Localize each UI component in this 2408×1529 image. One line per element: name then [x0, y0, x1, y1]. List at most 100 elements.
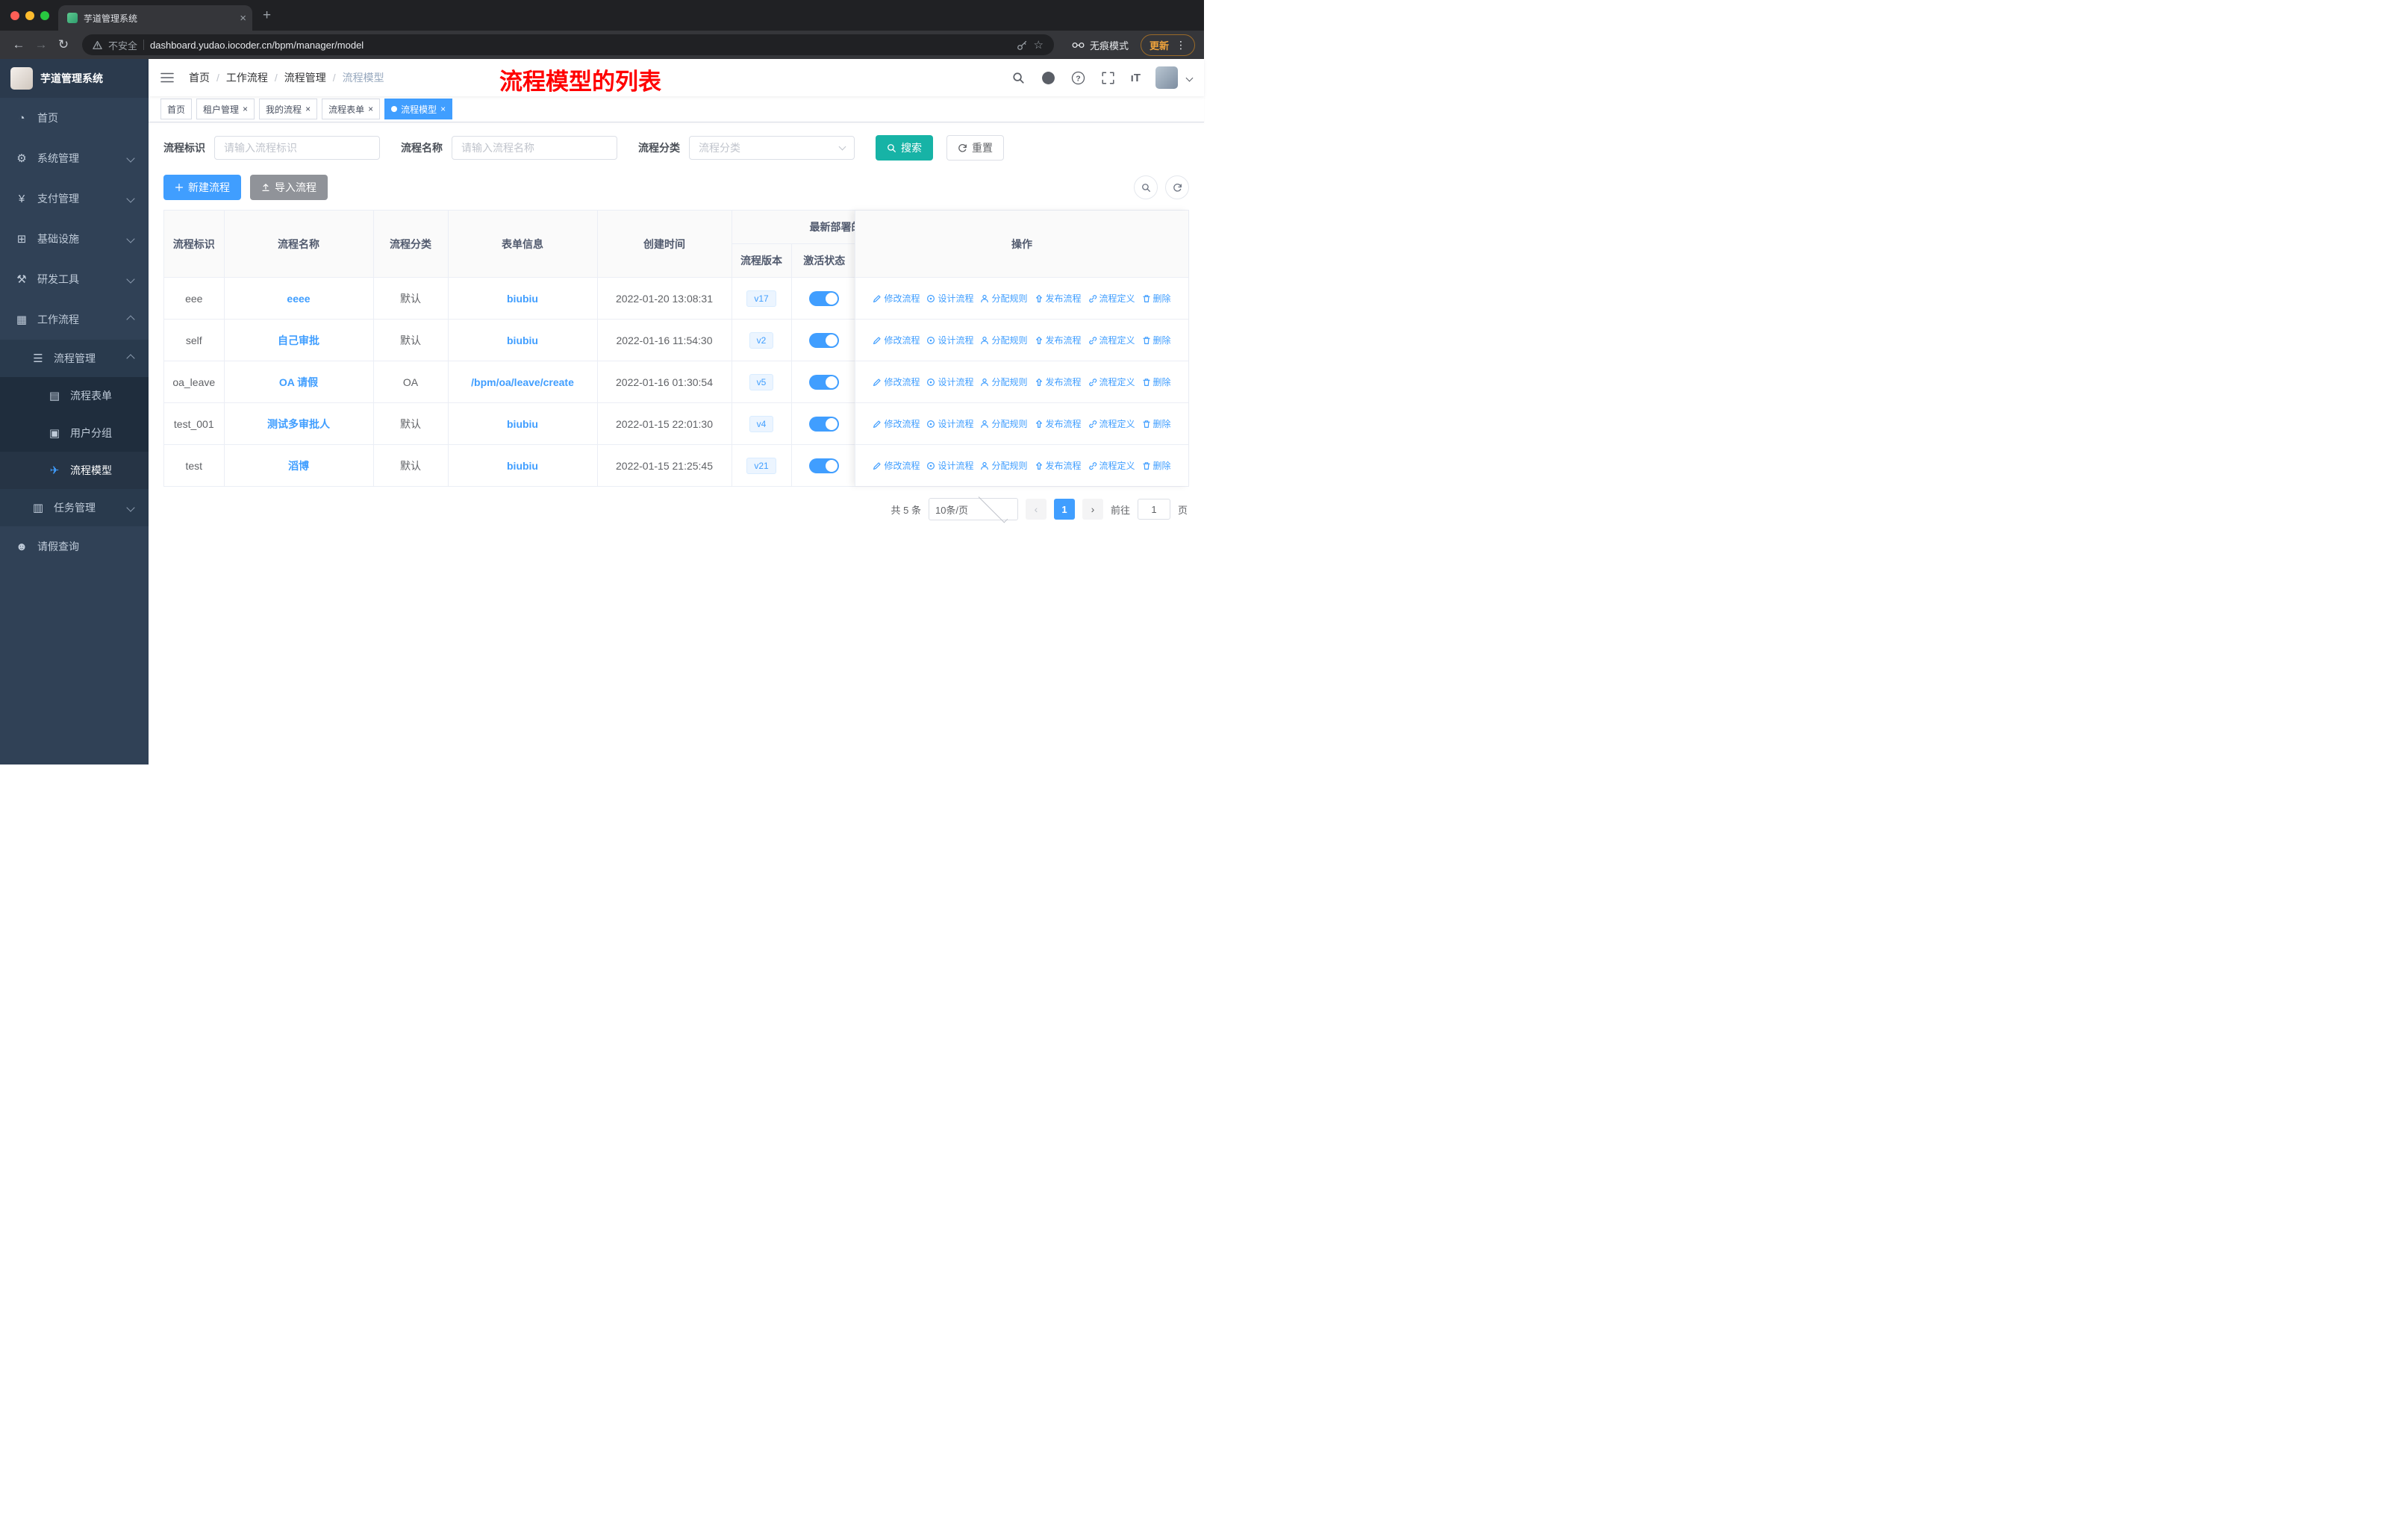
close-tab-icon[interactable]: ×	[240, 13, 246, 24]
tag-tenant[interactable]: 租户管理 ×	[196, 99, 255, 119]
search-button[interactable]: 搜索	[876, 135, 933, 161]
font-size-icon[interactable]: ıT	[1131, 72, 1141, 84]
sidebar-item-user-group[interactable]: ▣ 用户分组	[0, 414, 149, 452]
assign-rule-link[interactable]: 分配规则	[980, 334, 1028, 346]
tag-process-model[interactable]: 流程模型 ×	[384, 99, 453, 119]
process-name-link[interactable]: 自己审批	[278, 334, 319, 346]
version-tag[interactable]: v5	[749, 373, 774, 390]
sidebar-item-infrastructure[interactable]: ⊞ 基础设施	[0, 219, 149, 259]
process-name-link[interactable]: OA 请假	[279, 376, 318, 388]
process-name-link[interactable]: 测试多审批人	[267, 418, 330, 430]
address-bar[interactable]: 不安全 dashboard.yudao.iocoder.cn/bpm/manag…	[82, 34, 1054, 55]
process-definition-link[interactable]: 流程定义	[1088, 334, 1135, 346]
assign-rule-link[interactable]: 分配规则	[980, 376, 1028, 388]
status-toggle[interactable]	[809, 290, 839, 306]
process-name-input[interactable]	[452, 136, 617, 160]
publish-process-link[interactable]: 发布流程	[1035, 334, 1082, 346]
current-page-button[interactable]: 1	[1053, 499, 1075, 520]
sidebar-item-process-form[interactable]: ▤ 流程表单	[0, 377, 149, 414]
form-info-link[interactable]: biubiu	[507, 334, 538, 346]
form-info-link[interactable]: biubiu	[507, 460, 538, 472]
sidebar-item-process-management[interactable]: ☰ 流程管理	[0, 340, 149, 377]
publish-process-link[interactable]: 发布流程	[1035, 376, 1082, 388]
search-icon[interactable]	[1011, 70, 1026, 85]
delete-process-link[interactable]: 删除	[1142, 334, 1171, 346]
prev-page-button[interactable]: ‹	[1025, 499, 1047, 520]
avatar[interactable]	[1155, 66, 1178, 89]
import-process-button[interactable]: 导入流程	[250, 175, 328, 200]
process-definition-link[interactable]: 流程定义	[1088, 459, 1135, 472]
back-button[interactable]: ←	[9, 35, 28, 55]
process-name-link[interactable]: eeee	[287, 293, 310, 305]
sidebar-item-leave-query[interactable]: ☻ 请假查询	[0, 526, 149, 567]
status-toggle[interactable]	[809, 458, 839, 473]
edit-process-link[interactable]: 修改流程	[873, 334, 920, 346]
sidebar-item-workflow[interactable]: ▦ 工作流程	[0, 299, 149, 340]
sidebar-item-payment[interactable]: ¥ 支付管理	[0, 178, 149, 219]
page-size-select[interactable]: 10条/页	[928, 493, 1018, 523]
publish-process-link[interactable]: 发布流程	[1035, 417, 1082, 430]
browser-menu-icon[interactable]: ⋮	[1176, 39, 1186, 52]
close-tag-icon[interactable]: ×	[368, 104, 373, 114]
design-process-link[interactable]: 设计流程	[926, 292, 973, 305]
breadcrumb-process-management[interactable]: 流程管理	[275, 70, 326, 85]
forward-button[interactable]: →	[31, 35, 51, 55]
sidebar-logo[interactable]: 芋道管理系统	[0, 59, 149, 98]
sidebar-item-devtools[interactable]: ⚒ 研发工具	[0, 259, 149, 299]
close-tag-icon[interactable]: ×	[305, 104, 311, 114]
process-definition-link[interactable]: 流程定义	[1088, 417, 1135, 430]
assign-rule-link[interactable]: 分配规则	[980, 417, 1028, 430]
sidebar-item-process-model[interactable]: ✈ 流程模型	[0, 452, 149, 489]
process-definition-link[interactable]: 流程定义	[1088, 292, 1135, 305]
breadcrumb-workflow[interactable]: 工作流程	[216, 70, 268, 85]
refresh-table-icon[interactable]	[1165, 175, 1189, 199]
publish-process-link[interactable]: 发布流程	[1035, 459, 1082, 472]
fullscreen-icon[interactable]	[1101, 70, 1116, 85]
delete-process-link[interactable]: 删除	[1142, 459, 1171, 472]
tag-home[interactable]: 首页	[160, 99, 193, 119]
design-process-link[interactable]: 设计流程	[926, 417, 973, 430]
help-icon[interactable]	[1071, 70, 1086, 85]
delete-process-link[interactable]: 删除	[1142, 417, 1171, 430]
publish-process-link[interactable]: 发布流程	[1035, 292, 1082, 305]
edit-process-link[interactable]: 修改流程	[873, 376, 920, 388]
create-process-button[interactable]: 新建流程	[163, 175, 241, 200]
process-definition-link[interactable]: 流程定义	[1088, 376, 1135, 388]
design-process-link[interactable]: 设计流程	[926, 459, 973, 472]
maximize-window-button[interactable]	[40, 10, 49, 20]
tag-process-form[interactable]: 流程表单 ×	[322, 99, 381, 119]
close-tag-icon[interactable]: ×	[440, 104, 446, 114]
form-info-link[interactable]: biubiu	[507, 293, 538, 305]
update-chip[interactable]: 更新 ⋮	[1140, 34, 1195, 56]
close-window-button[interactable]	[10, 10, 19, 20]
version-tag[interactable]: v17	[746, 290, 776, 307]
sidebar-item-task-management[interactable]: ▥ 任务管理	[0, 489, 149, 526]
assign-rule-link[interactable]: 分配规则	[980, 292, 1028, 305]
version-tag[interactable]: v4	[749, 415, 774, 432]
form-info-link[interactable]: /bpm/oa/leave/create	[471, 376, 574, 388]
delete-process-link[interactable]: 删除	[1142, 292, 1171, 305]
tag-my-process[interactable]: 我的流程 ×	[259, 99, 318, 119]
sidebar-toggle-icon[interactable]	[160, 69, 177, 86]
status-toggle[interactable]	[809, 374, 839, 390]
delete-process-link[interactable]: 删除	[1142, 376, 1171, 388]
search-toggle-icon[interactable]	[1134, 175, 1158, 199]
process-name-link[interactable]: 滔博	[288, 460, 309, 472]
edit-process-link[interactable]: 修改流程	[873, 459, 920, 472]
design-process-link[interactable]: 设计流程	[926, 334, 973, 346]
github-icon[interactable]	[1041, 70, 1056, 85]
new-tab-button[interactable]: +	[263, 7, 271, 24]
goto-page-input[interactable]	[1137, 499, 1170, 520]
minimize-window-button[interactable]	[25, 10, 34, 20]
process-id-input[interactable]	[214, 136, 380, 160]
update-label[interactable]: 更新	[1150, 38, 1169, 52]
reset-button[interactable]: 重置	[946, 135, 1004, 161]
sidebar-item-system[interactable]: ⚙ 系统管理	[0, 138, 149, 178]
password-key-icon[interactable]	[1017, 40, 1028, 51]
close-tag-icon[interactable]: ×	[243, 104, 248, 114]
sidebar-item-home[interactable]: ◔ 首页	[0, 98, 149, 138]
version-tag[interactable]: v21	[746, 457, 776, 474]
form-info-link[interactable]: biubiu	[507, 418, 538, 430]
browser-tab[interactable]: 芋道管理系统 ×	[58, 5, 252, 31]
next-page-button[interactable]: ›	[1082, 499, 1103, 520]
